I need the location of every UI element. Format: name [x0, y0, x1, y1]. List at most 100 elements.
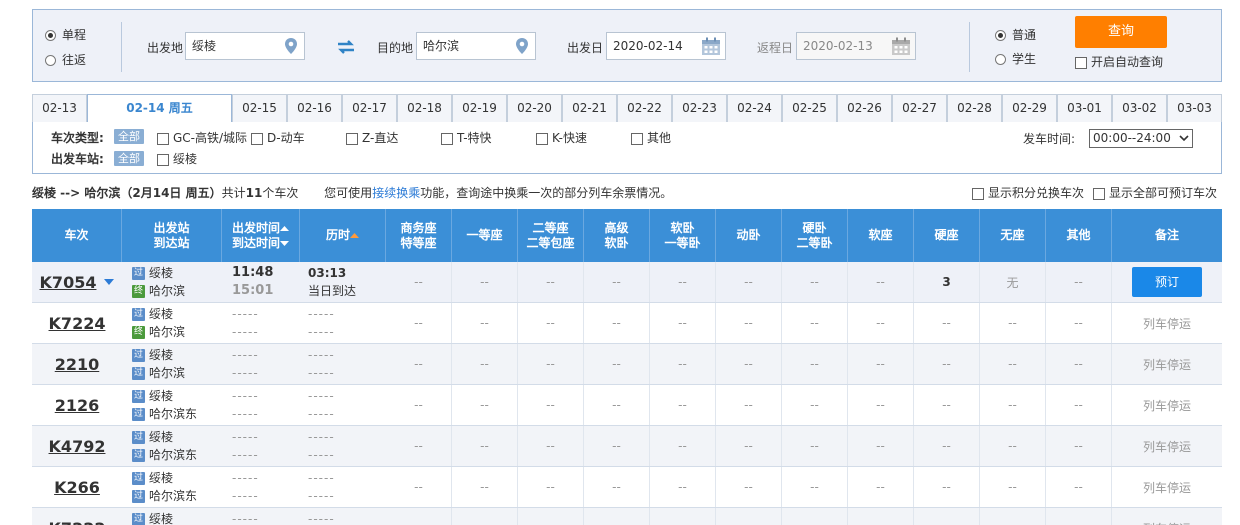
from-input[interactable]: 绥棱: [185, 32, 305, 60]
date-tab[interactable]: 02-23: [672, 94, 727, 122]
depart-time-label: 发车时间:: [1023, 132, 1076, 146]
date-tab[interactable]: 02-14 周五: [87, 94, 232, 123]
passenger-normal[interactable]: 普通: [995, 26, 1036, 43]
station-badge-icon: 过: [132, 513, 145, 525]
calendar-icon[interactable]: [891, 37, 911, 56]
table-row: 2210 过绥棱过哈尔滨 ----- ----- ----- ----- -- -- -- -- -…: [32, 344, 1222, 385]
depart-date-input[interactable]: 2020-02-14: [606, 32, 726, 60]
date-tab[interactable]: 03-03: [1167, 94, 1222, 122]
train-number-link[interactable]: K7054: [32, 262, 122, 302]
train-type-all[interactable]: 全部: [114, 129, 144, 144]
date-tab[interactable]: 02-20: [507, 94, 562, 122]
show-points-checkbox[interactable]: 显示积分兑换车次: [972, 184, 1084, 201]
date-tab[interactable]: 03-02: [1112, 94, 1167, 122]
train-number-link[interactable]: K7222: [32, 508, 122, 525]
duration: ----- -----: [308, 307, 335, 339]
station-pair: 过绥棱: [132, 512, 174, 525]
seat-cell: --: [386, 467, 452, 507]
swap-icon[interactable]: [336, 39, 356, 55]
location-pin-icon: [516, 38, 528, 54]
search-panel: 单程 往返 出发地 绥棱 目的地 哈尔滨 出发日 2020-02-14 返程日 …: [32, 9, 1222, 82]
table-row: K266 过绥棱过哈尔滨东 ----- ----- ----- ----- -- -- -- --…: [32, 467, 1222, 508]
col-soft-sleeper: 软卧 一等卧: [650, 209, 716, 262]
duration: ----- -----: [308, 348, 335, 380]
seat-cell: --: [584, 262, 650, 302]
seat-cell: --: [716, 344, 782, 384]
type-option-d[interactable]: D-动车: [251, 129, 305, 146]
train-number-link[interactable]: 2126: [32, 385, 122, 425]
date-tab[interactable]: 02-27: [892, 94, 947, 122]
passenger-student[interactable]: 学生: [995, 50, 1036, 67]
train-number-link[interactable]: K4792: [32, 426, 122, 466]
date-tab[interactable]: 02-25: [782, 94, 837, 122]
col-remark: 备注: [1154, 228, 1179, 242]
time-pair: ----- -----: [232, 389, 259, 421]
checkbox-icon: [157, 132, 169, 145]
train-number-link[interactable]: K7224: [32, 303, 122, 343]
table-row: K4792 过绥棱过哈尔滨东 ----- ----- ----- ----- -- -- -- -…: [32, 426, 1222, 467]
date-tab[interactable]: 02-16: [287, 94, 342, 122]
checkbox-icon: [251, 132, 263, 145]
trip-type-oneway[interactable]: 单程: [45, 26, 86, 43]
date-tab[interactable]: 02-19: [452, 94, 507, 122]
date-tab[interactable]: 02-22: [617, 94, 672, 122]
type-option-k[interactable]: K-快速: [536, 129, 587, 146]
col-duration[interactable]: 历时: [300, 209, 386, 262]
type-option-z[interactable]: Z-直达: [346, 129, 398, 146]
seat-cell: --: [980, 344, 1046, 384]
radio-icon: [45, 55, 56, 66]
col-high-soft: 高级 软卧: [584, 209, 650, 262]
date-tab[interactable]: 02-15: [232, 94, 287, 122]
table-row: K7224 过绥棱终哈尔滨 ----- ----- ----- ----- -- -- -- --…: [32, 303, 1222, 344]
station-badge-icon: 过: [132, 349, 145, 362]
col-moving-sleeper: 动卧: [716, 209, 782, 262]
type-option-gc[interactable]: GC-高铁/城际: [157, 129, 247, 146]
date-tab[interactable]: 02-21: [562, 94, 617, 122]
time-pair: 11:48 15:01: [232, 265, 274, 298]
to-input[interactable]: 哈尔滨: [416, 32, 536, 60]
date-tab[interactable]: 02-28: [947, 94, 1002, 122]
station-all[interactable]: 全部: [114, 151, 144, 166]
station-badge-icon: 过: [132, 490, 145, 503]
seat-cell: --: [518, 426, 584, 466]
transfer-link[interactable]: 接续换乘: [372, 186, 420, 200]
type-option-other[interactable]: 其他: [631, 129, 671, 146]
date-tab[interactable]: 02-13: [32, 94, 87, 122]
station-label: 出发车站:: [51, 152, 104, 166]
seat-cell: --: [386, 426, 452, 466]
type-option-t[interactable]: T-特快: [441, 129, 492, 146]
date-tab[interactable]: 02-26: [837, 94, 892, 122]
station-pair: 过绥棱过哈尔滨东: [132, 471, 198, 503]
date-tab[interactable]: 02-29: [1002, 94, 1057, 122]
time-pair: ----- -----: [232, 348, 259, 380]
station-pair: 过绥棱过哈尔滨东: [132, 389, 198, 421]
location-pin-icon: [285, 38, 297, 54]
station-badge-icon: 过: [132, 431, 145, 444]
date-tab[interactable]: 03-01: [1057, 94, 1112, 122]
seat-cell: --: [1046, 385, 1112, 425]
date-tab[interactable]: 02-24: [727, 94, 782, 122]
query-button[interactable]: 查询: [1075, 16, 1167, 48]
remark-cell: 列车停运: [1112, 303, 1222, 343]
train-number-link[interactable]: K266: [32, 467, 122, 507]
seat-cell: --: [386, 508, 452, 525]
seat-cell: --: [452, 303, 518, 343]
date-tab[interactable]: 02-17: [342, 94, 397, 122]
station-badge-icon: 过: [132, 308, 145, 321]
calendar-icon[interactable]: [701, 37, 721, 56]
col-no-seat: 无座: [980, 209, 1046, 262]
return-date-input[interactable]: 2020-02-13: [796, 32, 916, 60]
station-option[interactable]: 绥棱: [157, 150, 197, 167]
divider: [969, 22, 970, 72]
show-bookable-checkbox[interactable]: 显示全部可预订车次: [1093, 184, 1217, 201]
train-number-link[interactable]: 2210: [32, 344, 122, 384]
depart-time-select[interactable]: 00:00--24:00: [1089, 129, 1193, 148]
depart-label: 出发日: [567, 41, 604, 55]
trip-type-round[interactable]: 往返: [45, 51, 86, 68]
date-tab[interactable]: 02-18: [397, 94, 452, 122]
book-button[interactable]: 预订: [1132, 267, 1202, 297]
col-times[interactable]: 出发时间 到达时间: [222, 209, 300, 262]
auto-query-checkbox[interactable]: 开启自动查询: [1075, 53, 1163, 70]
seat-cell: --: [584, 385, 650, 425]
caret-down-icon[interactable]: [104, 278, 115, 286]
